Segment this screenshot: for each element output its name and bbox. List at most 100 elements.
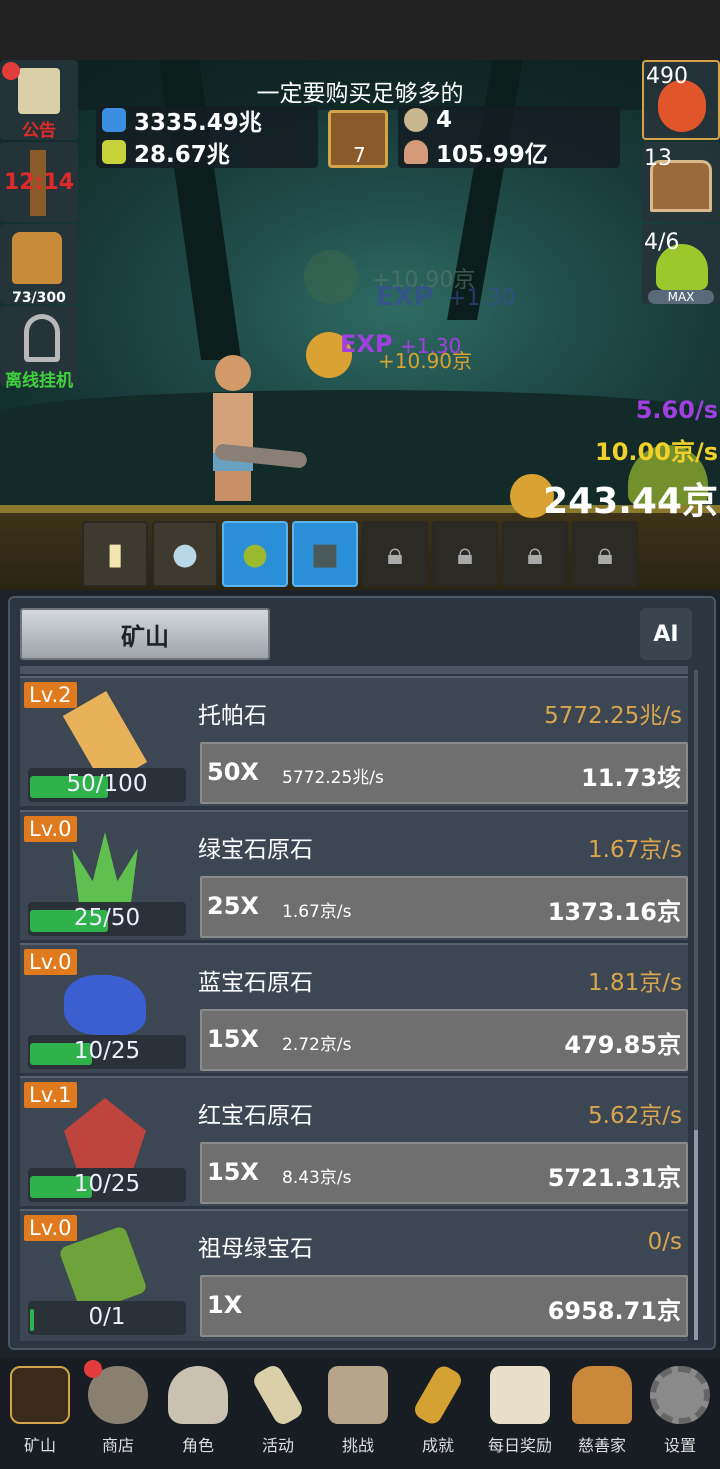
beer-count: 73/300 xyxy=(12,290,66,306)
blue-potion-icon xyxy=(102,108,126,132)
treasure-chest-button[interactable]: 13 xyxy=(642,142,720,222)
upgrade-cost: 11.73垓 xyxy=(581,764,681,792)
coin-stat: 4 xyxy=(398,106,620,134)
upgrade-button[interactable]: 1X 6958.71京 xyxy=(200,1275,688,1337)
slot-locked[interactable]: 🔒︎ xyxy=(362,521,428,587)
torch-timer: 12:14 xyxy=(3,170,75,195)
scrollbar-thumb[interactable] xyxy=(694,1130,698,1340)
progress-text: 0/1 xyxy=(88,1304,126,1330)
slot-zombie[interactable]: ■ xyxy=(292,521,358,587)
beer-button[interactable]: 73/300 xyxy=(0,224,78,306)
upgrade-button[interactable]: 50X 5772.25兆/s 11.73垓 xyxy=(200,742,688,804)
mine-row: Lv.0 10/25 蓝宝石原石 1.81京/s 15X 2.72京/s 479… xyxy=(20,943,688,1073)
gem-rate: 5772.25兆/s xyxy=(544,703,682,729)
nav-settings[interactable]: 设置 xyxy=(640,1358,720,1458)
egg-icon: ● xyxy=(171,536,199,572)
slot-locked[interactable]: 🔒︎ xyxy=(502,521,568,587)
slot-candle[interactable]: ▮ xyxy=(82,521,148,587)
book-icon[interactable]: 7 xyxy=(328,110,388,168)
shell-coin-icon xyxy=(404,108,428,132)
tab-mine[interactable]: 矿山 xyxy=(20,608,270,660)
scroll-icon xyxy=(250,1362,306,1428)
lantern-icon xyxy=(10,1366,70,1424)
upgrade-cost: 479.85京 xyxy=(564,1031,681,1059)
lock-icon: 🔒︎ xyxy=(457,536,473,572)
nav-activity[interactable]: 活动 xyxy=(238,1358,318,1458)
mine-row: Lv.0 25/50 绿宝石原石 1.67京/s 25X 1.67京/s 137… xyxy=(20,810,688,940)
faded-coin-icon xyxy=(304,250,358,304)
upgrade-button[interactable]: 15X 8.43京/s 5721.31京 xyxy=(200,1142,688,1204)
key-icon xyxy=(24,314,60,362)
slot-locked[interactable]: 🔒︎ xyxy=(572,521,638,587)
upgrade-cost: 1373.16京 xyxy=(547,898,681,926)
floating-exp-text: +1.30 xyxy=(448,286,516,311)
multiplier: 15X xyxy=(207,1025,259,1053)
currency-stats-panel: 4 105.99亿 xyxy=(398,106,620,168)
progress-bar: 50/100 xyxy=(28,768,186,802)
lock-icon: 🔒︎ xyxy=(527,536,543,572)
level-badge: Lv.0 xyxy=(24,949,77,975)
progress-text: 10/25 xyxy=(73,1038,141,1064)
slot-locked[interactable]: 🔒︎ xyxy=(432,521,498,587)
gem-name: 祖母绿宝石 xyxy=(198,1236,313,1262)
zombie-icon: ■ xyxy=(310,536,340,572)
slot-slime[interactable]: ● xyxy=(222,521,288,587)
gem-rate: 1.81京/s xyxy=(588,970,682,996)
shell-stat: 105.99亿 xyxy=(398,138,620,168)
progress-text: 50/100 xyxy=(66,771,148,797)
upgrade-rate: 1.67京/s xyxy=(282,902,352,922)
nav-label: 设置 xyxy=(663,1436,696,1455)
gem-name: 托帕石 xyxy=(198,703,267,729)
blue-potion-stat: 3335.49兆 xyxy=(96,106,318,136)
beer-mug-icon xyxy=(12,232,62,284)
yellow-potion-stat: 28.67兆 xyxy=(96,138,318,168)
list-top-edge xyxy=(20,666,688,674)
nav-label: 挑战 xyxy=(341,1436,374,1455)
nav-daily-reward[interactable]: 每日奖励 xyxy=(480,1358,560,1458)
gem-rate: 1.67京/s xyxy=(588,837,682,863)
nav-mine[interactable]: 矿山 xyxy=(0,1358,80,1458)
level-badge: Lv.0 xyxy=(24,816,77,842)
candle-icon: ▮ xyxy=(106,536,124,572)
yellow-potion-value: 28.67兆 xyxy=(134,142,230,168)
exp-rate: 5.60/s xyxy=(635,396,718,424)
upgrade-cost: 6958.71京 xyxy=(547,1297,681,1325)
ai-button[interactable]: AI xyxy=(640,608,692,660)
potion-stats-panel: 3335.49兆 28.67兆 xyxy=(96,106,318,168)
bread-icon xyxy=(572,1366,632,1424)
gem-rate: 0/s xyxy=(647,1229,682,1255)
bottom-nav: 矿山 商店 角色 活动 挑战 成就 每日奖励 慈善家 设置 xyxy=(0,1358,720,1469)
chest-count: 13 xyxy=(644,146,672,171)
offline-idle-label: 离线挂机 xyxy=(5,371,73,391)
nav-philanthropist[interactable]: 慈善家 xyxy=(562,1358,642,1458)
gem-rate: 5.62京/s xyxy=(588,1103,682,1129)
multiplier: 50X xyxy=(207,758,259,786)
upgrade-button[interactable]: 15X 2.72京/s 479.85京 xyxy=(200,1009,688,1071)
progress-text: 10/25 xyxy=(73,1171,141,1197)
progress-bar: 25/50 xyxy=(28,902,186,936)
upgrade-button[interactable]: 25X 1.67京/s 1373.16京 xyxy=(200,876,688,938)
player-character xyxy=(205,355,260,505)
nav-character[interactable]: 角色 xyxy=(158,1358,238,1458)
progress-bar: 10/25 xyxy=(28,1035,186,1069)
notification-dot xyxy=(2,62,20,80)
potion-count: 490 xyxy=(646,64,688,89)
slot-egg[interactable]: ● xyxy=(152,521,218,587)
offline-idle-button[interactable]: 离线挂机 xyxy=(0,306,78,391)
nav-label: 商店 xyxy=(101,1436,134,1455)
mine-row: Lv.1 10/25 红宝石原石 5.62京/s 15X 8.43京/s 572… xyxy=(20,1076,688,1206)
mine-row: Lv.2 50/100 托帕石 5772.25兆/s 50X 5772.25兆/… xyxy=(20,676,688,806)
nav-label: 成就 xyxy=(421,1436,454,1455)
progress-text: 25/50 xyxy=(73,905,141,931)
torch-button[interactable]: 12:14 xyxy=(0,142,78,222)
slime-icon: ● xyxy=(241,536,269,572)
envelope-icon xyxy=(490,1366,550,1424)
nav-challenge[interactable]: 挑战 xyxy=(318,1358,398,1458)
nav-label: 角色 xyxy=(181,1436,214,1455)
slime-button[interactable]: 4/6 MAX xyxy=(642,224,720,304)
coin-small-value: 4 xyxy=(436,107,453,133)
shell-value: 105.99亿 xyxy=(436,142,548,168)
nav-achievement[interactable]: 成就 xyxy=(398,1358,478,1458)
shell-icon xyxy=(404,140,428,164)
health-potion-button[interactable]: 490 xyxy=(642,60,720,140)
